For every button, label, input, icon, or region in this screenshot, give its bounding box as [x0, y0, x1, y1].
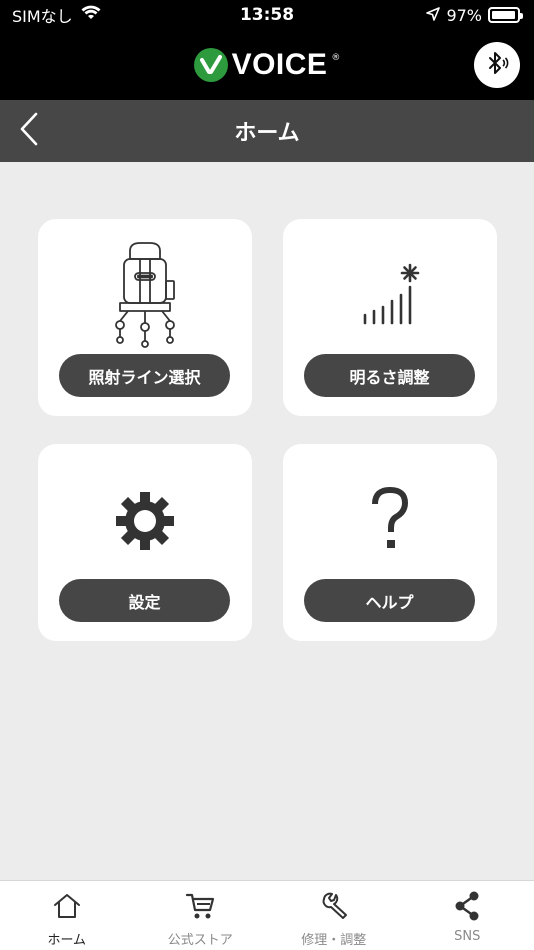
- status-bar: SIMなし 13:58 97%: [0, 0, 534, 30]
- tab-repair-label: 修理・調整: [301, 933, 367, 948]
- nav-bar: ホーム: [0, 100, 534, 162]
- cart-icon: [185, 889, 215, 923]
- battery-percent: 97%: [446, 5, 482, 25]
- share-icon: [452, 889, 482, 923]
- chevron-left-icon: [19, 112, 39, 150]
- tab-store[interactable]: 公式ストア: [134, 881, 268, 950]
- card-brightness[interactable]: 明るさ調整: [283, 219, 497, 416]
- back-button[interactable]: [14, 112, 44, 150]
- battery-fill: [492, 11, 515, 19]
- page-title: ホーム: [234, 121, 300, 146]
- wrench-icon: [319, 889, 349, 923]
- app-header: VOICE ®: [0, 30, 534, 100]
- carrier-label: SIMなし: [12, 7, 73, 26]
- location-arrow-icon: [426, 6, 441, 25]
- card-line-select[interactable]: 照射ライン選択: [38, 219, 252, 416]
- tab-home[interactable]: ホーム: [0, 881, 134, 950]
- brand-text: VOICE: [231, 48, 328, 81]
- bottom-tab-bar: ホーム 公式ストア 修理・調整 SNS: [0, 880, 534, 950]
- status-right: 97%: [426, 5, 523, 25]
- status-left: SIMなし: [12, 3, 101, 27]
- brand-logo: VOICE ®: [193, 48, 341, 82]
- voice-logo-icon: [193, 48, 228, 82]
- tab-sns[interactable]: SNS: [401, 881, 534, 950]
- battery-icon: [488, 7, 523, 23]
- brightness-button[interactable]: 明るさ調整: [304, 354, 475, 397]
- brand-registered: ®: [331, 53, 341, 63]
- bluetooth-icon: [482, 48, 512, 82]
- tab-store-label: 公式ストア: [167, 933, 233, 948]
- settings-button[interactable]: 設定: [59, 579, 230, 622]
- gear-icon: [38, 462, 252, 580]
- help-button[interactable]: ヘルプ: [304, 579, 475, 622]
- question-icon: [283, 462, 497, 580]
- tab-home-label: ホーム: [47, 933, 87, 948]
- home-icon: [52, 889, 82, 923]
- tab-repair[interactable]: 修理・調整: [267, 881, 401, 950]
- tab-sns-label: SNS: [454, 929, 481, 944]
- line-select-button[interactable]: 照射ライン選択: [59, 354, 230, 397]
- wifi-icon: [81, 5, 101, 25]
- laser-level-icon: [38, 237, 252, 355]
- card-help[interactable]: ヘルプ: [283, 444, 497, 641]
- card-settings[interactable]: 設定: [38, 444, 252, 641]
- bluetooth-button[interactable]: [474, 42, 520, 88]
- brightness-signal-icon: [283, 237, 497, 355]
